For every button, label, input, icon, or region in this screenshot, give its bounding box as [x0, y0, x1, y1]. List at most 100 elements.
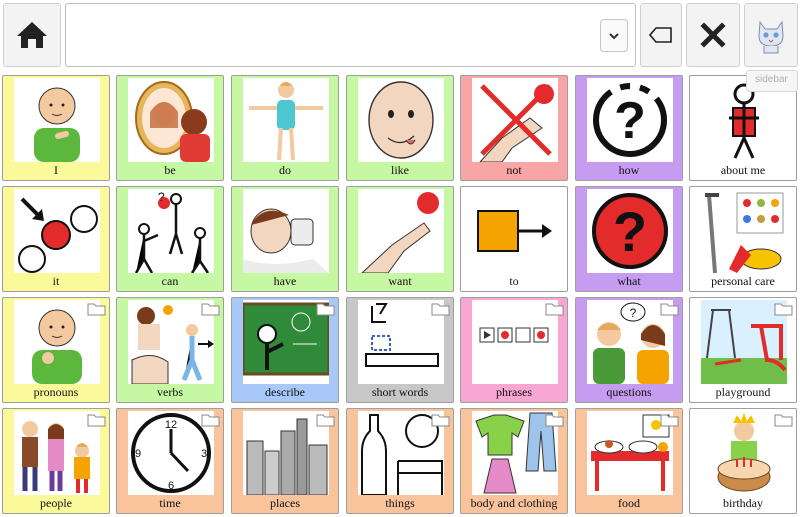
symbol-picture: ? [128, 189, 214, 273]
symbol-cell-time[interactable]: 12 3 6 9 time [116, 408, 224, 514]
symbol-label: birthday [723, 496, 763, 510]
folder-icon [201, 414, 220, 427]
symbol-picture [243, 78, 329, 162]
folder-icon [774, 303, 793, 316]
symbol-label: body and clothing [470, 496, 558, 510]
symbol-cell-places[interactable]: places [231, 408, 339, 514]
face-licking-icon [368, 81, 434, 159]
folder-icon [545, 414, 564, 427]
symbol-cell-phrases[interactable]: phrases [460, 297, 568, 403]
clear-button[interactable] [686, 3, 740, 67]
symbol-label: time [159, 496, 181, 510]
symbol-picture: ? [587, 78, 673, 162]
symbol-grid: Ibe do like not? how about me it? can have want to… [2, 75, 798, 516]
folder-icon [201, 303, 220, 316]
symbol-cell-how[interactable]: ? how [575, 75, 683, 181]
symbol-label: what [617, 274, 641, 288]
symbol-cell-pronouns[interactable]: pronouns [2, 297, 110, 403]
symbol-cell-describe[interactable]: describe [231, 297, 339, 403]
hand-cross-icon [479, 84, 554, 162]
symbol-cell-things[interactable]: things [346, 408, 454, 514]
symbol-label: not [506, 163, 522, 177]
symbol-picture [472, 78, 558, 162]
toolbar [0, 0, 800, 72]
home-button[interactable] [3, 3, 61, 67]
symbol-label: be [164, 163, 176, 177]
symbol-cell-be[interactable]: be [116, 75, 224, 181]
svg-text:6: 6 [168, 480, 174, 492]
symbol-label: verbs [157, 385, 183, 399]
symbol-cell-want[interactable]: want [346, 186, 454, 292]
boy-drinking-icon [243, 208, 329, 273]
symbol-cell-have[interactable]: have [231, 186, 339, 292]
symbol-cell-not[interactable]: not [460, 75, 568, 181]
stick-figures-ball-icon: ? [134, 190, 210, 273]
folder-icon [316, 303, 335, 316]
symbol-label: want [388, 274, 412, 288]
symbol-cell-to[interactable]: to [460, 186, 568, 292]
symbol-label: personal care [711, 274, 775, 288]
symbol-picture [701, 189, 787, 273]
symbol-label: things [385, 496, 415, 510]
symbol-picture [14, 78, 100, 162]
symbol-cell-playground[interactable]: playground [689, 297, 797, 403]
hand-reaching-ball-icon [361, 192, 439, 273]
folder-icon [660, 414, 679, 427]
symbol-cell-short-words[interactable]: short words [346, 297, 454, 403]
symbol-cell-personal-care[interactable]: personal care [689, 186, 797, 292]
svg-text:?: ? [614, 92, 646, 150]
symbol-label: about me [720, 163, 766, 177]
sentence-bar[interactable] [65, 3, 636, 67]
symbol-label: do [279, 163, 291, 177]
sentence-dropdown-button[interactable] [600, 19, 628, 52]
symbol-label: places [270, 496, 300, 510]
svg-text:?: ? [613, 200, 647, 263]
symbol-cell-it[interactable]: it [2, 186, 110, 292]
symbol-cell-can[interactable]: ? can [116, 186, 224, 292]
close-icon [700, 22, 726, 48]
symbol-picture [472, 189, 558, 273]
person-pointing-self-icon [34, 87, 80, 162]
symbol-cell-questions[interactable]: ? questions [575, 297, 683, 403]
symbol-label: pronouns [33, 385, 79, 399]
symbol-label: food [618, 496, 640, 510]
symbol-label: it [52, 274, 60, 288]
arrow-circles-icon [18, 197, 98, 273]
symbol-cell-birthday[interactable]: birthday [689, 408, 797, 514]
settings-button[interactable] [744, 3, 798, 67]
symbol-cell-verbs[interactable]: verbs [116, 297, 224, 403]
symbol-label: I [54, 163, 58, 177]
mirror-icon [135, 81, 210, 162]
crutch-switch-icon [705, 192, 784, 273]
svg-text:3: 3 [201, 448, 207, 460]
symbol-label: people [40, 496, 72, 510]
symbol-picture [243, 189, 329, 273]
symbol-label: can [161, 274, 179, 288]
folder-icon [774, 414, 793, 427]
symbol-cell-do[interactable]: do [231, 75, 339, 181]
symbol-cell-I[interactable]: I [2, 75, 110, 181]
question-mark-icon: ? [592, 193, 668, 269]
sidebar-toggle[interactable]: sidebar [746, 70, 798, 92]
folder-icon [660, 303, 679, 316]
symbol-cell-food[interactable]: food [575, 408, 683, 514]
symbol-picture: ? [587, 189, 673, 273]
home-icon [17, 22, 47, 48]
svg-text:?: ? [158, 190, 165, 204]
symbol-cell-people[interactable]: people [2, 408, 110, 514]
symbol-picture [358, 78, 444, 162]
symbol-label: questions [606, 385, 652, 399]
symbol-label: how [618, 163, 640, 177]
symbol-label: like [391, 163, 409, 177]
backspace-button[interactable] [640, 3, 682, 67]
symbol-label: to [509, 274, 519, 288]
square-arrow-icon [477, 210, 552, 252]
cat-icon [758, 20, 784, 54]
symbol-cell-body-and-clothing[interactable]: body and clothing [460, 408, 568, 514]
symbol-label: phrases [496, 385, 532, 399]
symbol-label: have [273, 274, 297, 288]
symbol-cell-like[interactable]: like [346, 75, 454, 181]
symbol-cell-what[interactable]: ? what [575, 186, 683, 292]
chevron-down-icon [609, 32, 619, 39]
symbol-label: playground [715, 385, 771, 399]
